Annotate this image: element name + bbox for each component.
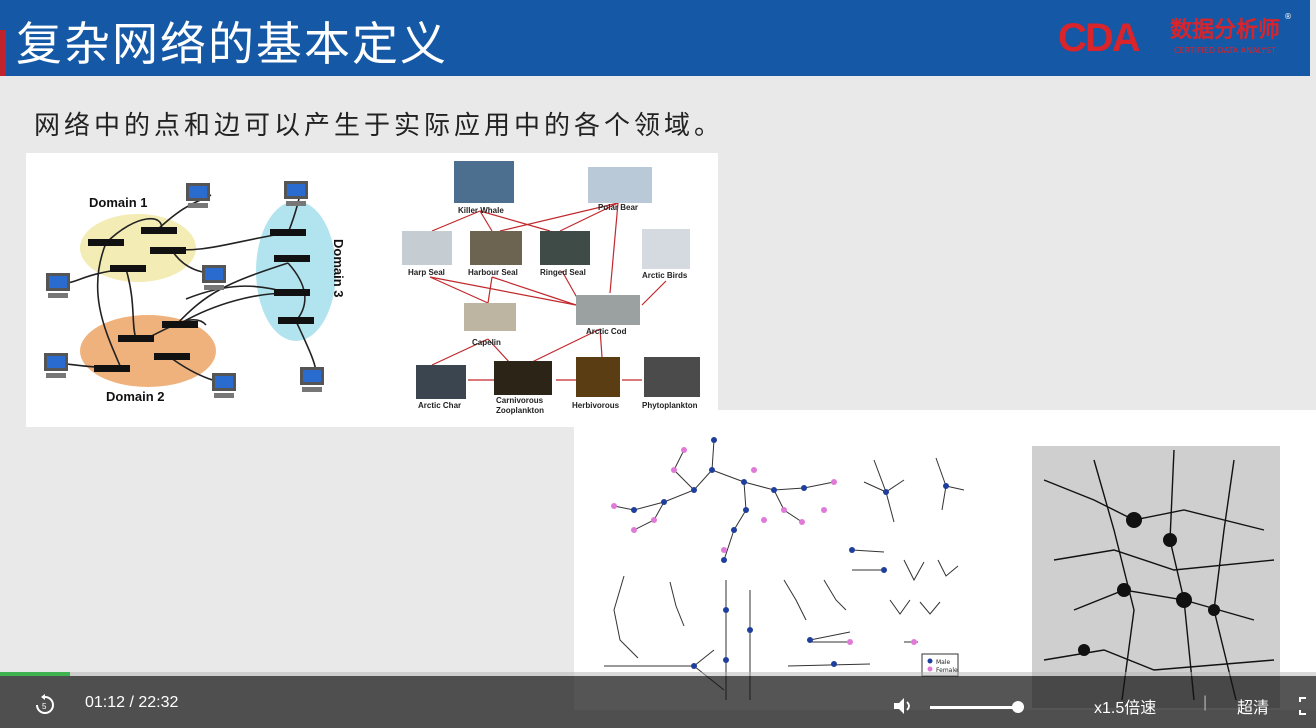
slide-title: 复杂网络的基本定义 xyxy=(16,17,448,71)
domain3-label: Domain 3 xyxy=(331,239,346,298)
carnivorous-zooplankton-image xyxy=(494,361,552,395)
herbivorous-image xyxy=(576,357,620,397)
cda-logo: CDA 数据分析师 CERTIFIED DATA ANALYST ® xyxy=(1058,12,1292,62)
capelin-image xyxy=(464,303,516,331)
polar-bear-image xyxy=(588,167,652,203)
arctic-birds-image xyxy=(642,229,690,269)
playback-speed-button[interactable]: x1.5倍速 xyxy=(1094,694,1156,718)
title-accent xyxy=(0,30,6,76)
carnivorous-label: Carnivorous xyxy=(496,396,544,405)
svg-text:5: 5 xyxy=(42,702,47,711)
phytoplankton-label: Phytoplankton xyxy=(642,401,698,410)
computer-network-svg: Domain 1 Domain 2 Domain 3 xyxy=(44,181,346,404)
legend-male-dot xyxy=(927,658,933,664)
logo-cn-text: 数据分析师 xyxy=(1170,18,1281,43)
slide-subtitle: 网络中的点和边可以产生于实际应用中的各个领域。 xyxy=(34,111,725,141)
domain2-label: Domain 2 xyxy=(106,389,165,404)
logo-en-text: CERTIFIED DATA ANALYST xyxy=(1174,46,1276,55)
arctic-cod-label: Arctic Cod xyxy=(586,327,627,336)
ringed-seal-image xyxy=(540,231,590,265)
slide: 复杂网络的基本定义 CDA 数据分析师 CERTIFIED DATA ANALY… xyxy=(0,0,1316,728)
zooplankton-label: Zooplankton xyxy=(496,406,544,415)
food-web-arrows xyxy=(429,202,667,381)
volume-slider-knob[interactable] xyxy=(1012,701,1024,713)
herbivorous-label: Herbivorous xyxy=(572,401,620,410)
food-web-svg: Killer Whale Polar Bear Harp Seal Harbou… xyxy=(402,161,700,415)
arctic-char-image xyxy=(416,365,466,399)
quality-button[interactable]: 超清 xyxy=(1237,694,1269,718)
neuron-image xyxy=(1032,446,1280,708)
logo-cda-text: CDA xyxy=(1058,16,1141,60)
polar-bear-label: Polar Bear xyxy=(598,203,638,212)
harbour-seal-label: Harbour Seal xyxy=(468,268,518,277)
controls-separator: | xyxy=(1203,694,1208,711)
logo-registered-mark: ® xyxy=(1284,12,1292,21)
video-controls: 5 01:12 / 22:32 x1.5倍速 | 超清 xyxy=(0,676,1316,728)
food-web-figure: Killer Whale Polar Bear Harp Seal Harbou… xyxy=(380,153,718,427)
killer-whale-image xyxy=(454,161,514,203)
harbour-seal-image xyxy=(470,231,522,265)
arctic-char-label: Arctic Char xyxy=(418,401,461,410)
social-edges xyxy=(604,439,965,700)
social-network-svg: Male Female xyxy=(604,437,1280,708)
replay-icon[interactable]: 5 xyxy=(34,694,56,716)
harp-seal-image xyxy=(402,231,452,265)
killer-whale-label: Killer Whale xyxy=(458,206,504,215)
arctic-birds-label: Arctic Birds xyxy=(642,271,688,280)
video-time: 01:12 / 22:32 xyxy=(85,694,179,711)
female-nodes xyxy=(611,447,917,645)
ringed-seal-label: Ringed Seal xyxy=(540,268,586,277)
legend-female-dot xyxy=(927,666,933,672)
legend-male-label: Male xyxy=(936,659,951,666)
domain1-label: Domain 1 xyxy=(89,195,148,210)
volume-slider[interactable] xyxy=(930,706,1018,709)
phytoplankton-image xyxy=(644,357,700,397)
harp-seal-label: Harp Seal xyxy=(408,268,445,277)
male-nodes xyxy=(631,437,949,669)
computer-network-figure: Domain 1 Domain 2 Domain 3 xyxy=(26,153,380,427)
volume-icon[interactable] xyxy=(892,696,914,716)
social-network-figure: Male Female xyxy=(574,410,1316,710)
fullscreen-icon[interactable] xyxy=(1298,696,1314,716)
arctic-cod-image xyxy=(576,295,640,325)
capelin-label: Capelin xyxy=(472,338,501,347)
